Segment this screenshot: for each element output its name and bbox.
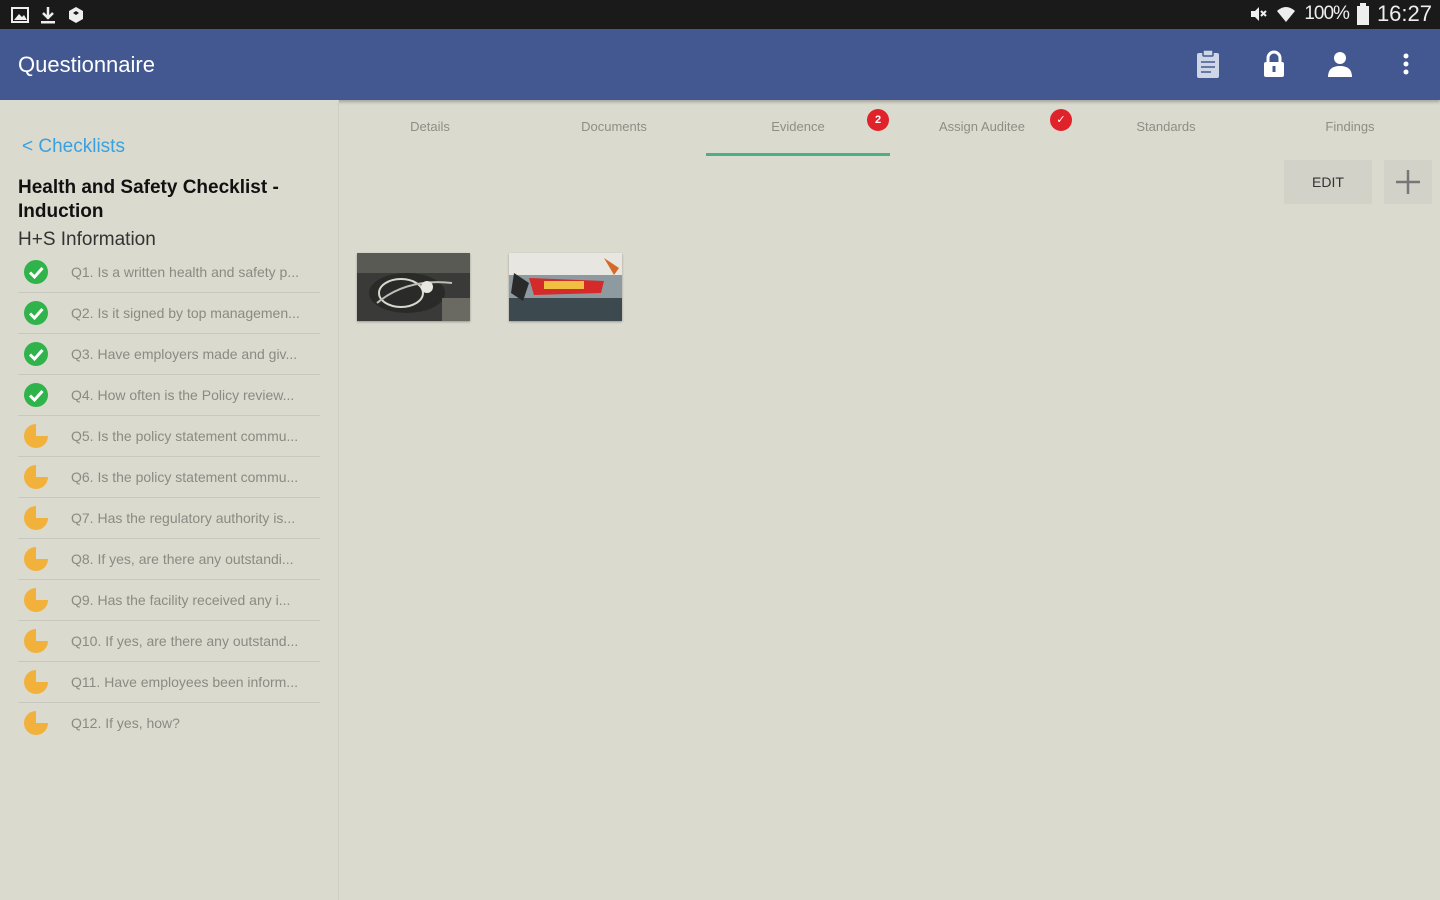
partial-progress-icon bbox=[24, 465, 48, 489]
partial-progress-icon bbox=[24, 547, 48, 571]
question-label: Q10. If yes, are there any outstand... bbox=[71, 633, 299, 649]
partial-progress-icon bbox=[24, 629, 48, 653]
question-item[interactable]: Q2. Is it signed by top managemen... bbox=[18, 293, 320, 334]
question-label: Q11. Have employees been inform... bbox=[71, 674, 298, 690]
account-button[interactable] bbox=[1326, 49, 1354, 79]
checklist-title: Health and Safety Checklist - Induction bbox=[18, 177, 279, 222]
question-item[interactable]: Q1. Is a written health and safety p... bbox=[18, 252, 320, 293]
question-label: Q5. Is the policy statement commu... bbox=[71, 428, 299, 444]
back-to-checklists-link[interactable]: < Checklists bbox=[22, 136, 125, 158]
page-title: Questionnaire bbox=[18, 52, 155, 77]
evidence-thumbnail[interactable] bbox=[357, 253, 470, 321]
question-item[interactable]: Q7. Has the regulatory authority is... bbox=[18, 498, 320, 539]
question-label: Q9. Has the facility received any i... bbox=[71, 592, 291, 608]
battery-percent: 100% bbox=[1304, 3, 1350, 24]
check-circle-icon bbox=[24, 260, 48, 284]
evidence-thumbnail[interactable] bbox=[509, 253, 622, 321]
question-item[interactable]: Q12. If yes, how? bbox=[18, 703, 320, 743]
check-circle-icon bbox=[24, 383, 48, 407]
check-circle-icon bbox=[24, 301, 48, 325]
question-label: Q4. How often is the Policy review... bbox=[71, 387, 295, 403]
checklist-sidebar: < Checklists Health and Safety Checklist… bbox=[0, 100, 339, 900]
status-bar: 100% 16:27 bbox=[0, 0, 1440, 29]
question-item[interactable]: Q6. Is the policy statement commu... bbox=[18, 457, 320, 498]
lock-icon bbox=[1264, 50, 1284, 77]
question-item[interactable]: Q8. If yes, are there any outstandi... bbox=[18, 539, 320, 580]
question-item[interactable]: Q3. Have employers made and giv... bbox=[18, 334, 320, 375]
tab-evidence[interactable]: Evidence bbox=[706, 100, 890, 156]
section-title: H+S Information bbox=[18, 229, 156, 250]
overflow-menu-icon bbox=[1403, 53, 1409, 75]
overflow-menu-button[interactable] bbox=[1392, 49, 1420, 79]
question-label: Q6. Is the policy statement commu... bbox=[71, 469, 299, 485]
partial-progress-icon bbox=[24, 506, 48, 530]
download-icon bbox=[41, 7, 55, 24]
clipboard-button[interactable] bbox=[1194, 49, 1222, 79]
check-circle-icon bbox=[24, 342, 48, 366]
question-label: Q1. Is a written health and safety p... bbox=[71, 264, 300, 280]
question-item[interactable]: Q10. If yes, are there any outstand... bbox=[18, 621, 320, 662]
evidence-photo-1 bbox=[357, 253, 470, 321]
question-item[interactable]: Q5. Is the policy statement commu... bbox=[18, 416, 320, 457]
question-item[interactable]: Q11. Have employees been inform... bbox=[18, 662, 320, 703]
tab-standards[interactable]: Standards bbox=[1074, 100, 1258, 156]
question-item[interactable]: Q9. Has the facility received any i... bbox=[18, 580, 320, 621]
partial-progress-icon bbox=[24, 711, 48, 735]
question-label: Q2. Is it signed by top managemen... bbox=[71, 305, 300, 321]
battery-icon bbox=[1356, 3, 1369, 25]
add-evidence-button[interactable] bbox=[1384, 160, 1432, 204]
question-label: Q12. If yes, how? bbox=[71, 715, 180, 731]
question-list: Q1. Is a written health and safety p... … bbox=[18, 252, 320, 743]
tab-details[interactable]: Details bbox=[338, 100, 522, 156]
question-label: Q3. Have employers made and giv... bbox=[71, 346, 298, 362]
edit-button[interactable]: EDIT bbox=[1284, 160, 1372, 204]
tab-documents[interactable]: Documents bbox=[522, 100, 706, 156]
question-label: Q7. Has the regulatory authority is... bbox=[71, 510, 296, 526]
partial-progress-icon bbox=[24, 588, 48, 612]
plus-icon bbox=[1396, 170, 1420, 194]
partial-progress-icon bbox=[24, 670, 48, 694]
person-icon bbox=[1328, 52, 1352, 77]
mute-icon bbox=[1251, 7, 1268, 21]
partial-progress-icon bbox=[24, 424, 48, 448]
tab-assign-auditee[interactable]: Assign Auditee bbox=[890, 100, 1074, 156]
lock-button[interactable] bbox=[1260, 49, 1288, 79]
tab-findings[interactable]: Findings bbox=[1258, 100, 1440, 156]
clipboard-icon bbox=[1197, 49, 1219, 78]
dropbox-icon bbox=[69, 7, 83, 23]
question-label: Q8. If yes, are there any outstandi... bbox=[71, 551, 294, 567]
auditee-assigned-badge: ✓ bbox=[1050, 109, 1072, 131]
evidence-count-badge: 2 bbox=[867, 109, 889, 131]
gallery-icon bbox=[11, 7, 29, 23]
tab-bar: Details Documents Evidence Assign Audite… bbox=[338, 100, 1440, 156]
evidence-photo-2 bbox=[509, 253, 622, 321]
question-item[interactable]: Q4. How often is the Policy review... bbox=[18, 375, 320, 416]
app-bar: Questionnaire bbox=[0, 29, 1440, 100]
wifi-icon bbox=[1277, 7, 1296, 22]
clock: 16:27 bbox=[1376, 1, 1432, 26]
